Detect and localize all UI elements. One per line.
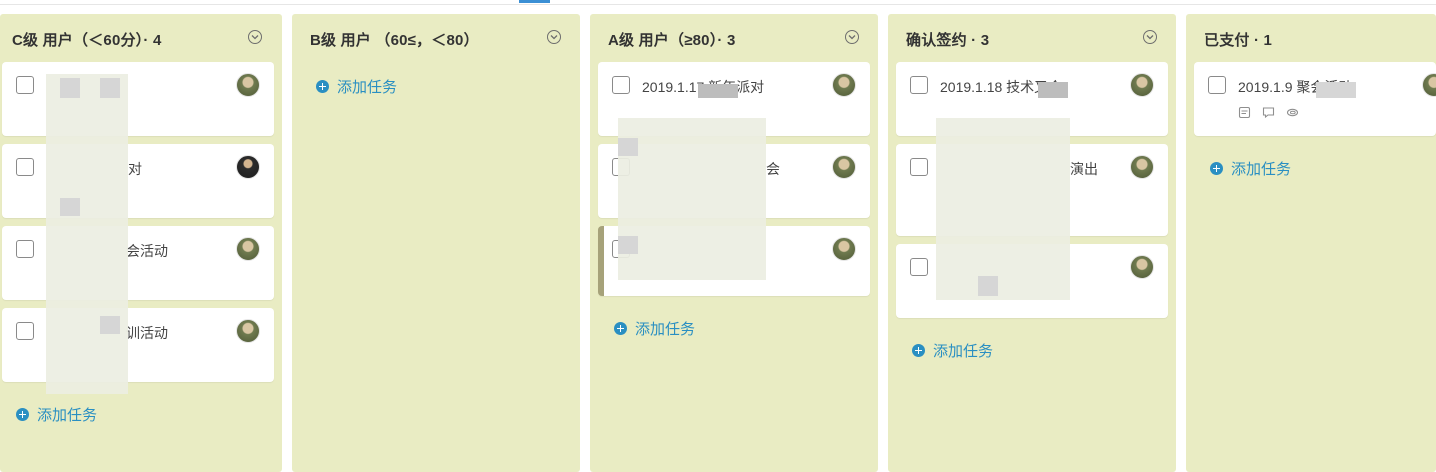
active-tab-indicator — [519, 0, 550, 3]
plus-circle-icon — [1210, 161, 1223, 175]
redacted-area — [978, 276, 998, 296]
task-card[interactable]: 训活动 — [2, 308, 274, 382]
add-task-button[interactable]: 添加任务 — [316, 76, 397, 96]
redacted-area — [618, 138, 638, 156]
avatar-icon[interactable] — [236, 155, 260, 179]
plus-circle-icon — [316, 79, 329, 93]
task-card[interactable]: 对 — [2, 144, 274, 218]
task-title: 训活动 — [126, 325, 168, 341]
add-task-label: 添加任务 — [1231, 160, 1292, 178]
avatar-icon[interactable] — [832, 237, 856, 261]
plus-circle-icon — [912, 343, 925, 357]
task-card[interactable] — [2, 62, 274, 136]
column-title: 确认签约 · 3 — [906, 32, 990, 49]
redacted-area — [60, 198, 80, 216]
add-task-label: 添加任务 — [37, 406, 98, 424]
avatar-icon[interactable] — [1130, 255, 1154, 279]
redacted-area — [100, 78, 120, 98]
kanban-board: C级 用户（＜60分）· 4 对 会活动 训活动 添加任务 B级 用户 （60≤… — [0, 14, 1436, 472]
task-checkbox[interactable] — [612, 76, 630, 94]
task-checkbox[interactable] — [16, 240, 34, 258]
avatar-icon[interactable] — [832, 155, 856, 179]
column-menu-chevron-icon[interactable] — [845, 30, 859, 44]
redacted-area — [1316, 82, 1356, 98]
task-checkbox[interactable] — [16, 322, 34, 340]
task-checkbox[interactable] — [910, 158, 928, 176]
top-tab-bar — [0, 0, 1436, 5]
column-menu-chevron-icon[interactable] — [547, 30, 561, 44]
avatar-icon[interactable] — [1422, 73, 1436, 97]
avatar-icon[interactable] — [1130, 73, 1154, 97]
avatar-icon[interactable] — [236, 237, 260, 261]
column-title: 已支付 · 1 — [1204, 32, 1273, 49]
task-checkbox[interactable] — [1208, 76, 1226, 94]
redacted-area — [618, 236, 638, 254]
column-b-level: B级 用户 （60≤，＜80） 添加任务 — [292, 14, 580, 472]
add-task-label: 添加任务 — [337, 78, 398, 96]
task-checkbox[interactable] — [910, 258, 928, 276]
task-title: 会活动 — [126, 243, 168, 259]
redacted-area — [100, 316, 120, 334]
add-task-button[interactable]: 添加任务 — [912, 340, 993, 360]
redacted-area — [936, 118, 1070, 300]
task-title: 会 — [766, 161, 780, 177]
redacted-area — [60, 78, 80, 98]
task-title: 对 — [128, 161, 142, 177]
column-title: B级 用户 （60≤，＜80） — [310, 32, 479, 49]
plus-circle-icon — [614, 321, 627, 335]
column-a-level: A级 用户（≥80）· 3 2019.1.17 新年派对 会 添加任务 — [590, 14, 878, 472]
column-menu-chevron-icon[interactable] — [248, 30, 262, 44]
column-c-level: C级 用户（＜60分）· 4 对 会活动 训活动 添加任务 — [0, 14, 282, 472]
task-checkbox[interactable] — [16, 158, 34, 176]
add-task-button[interactable]: 添加任务 — [614, 318, 695, 338]
column-signed: 确认签约 · 3 2019.1.18 技术叉会 演出 添加任务 — [888, 14, 1176, 472]
avatar-icon[interactable] — [832, 73, 856, 97]
column-menu-chevron-icon[interactable] — [1143, 30, 1157, 44]
plus-circle-icon — [16, 407, 29, 421]
redacted-area — [618, 118, 766, 280]
task-title: 演出 — [1070, 161, 1098, 177]
redacted-area — [46, 74, 128, 394]
redacted-area — [1038, 82, 1068, 98]
add-task-label: 添加任务 — [933, 342, 994, 360]
task-checkbox[interactable] — [16, 76, 34, 94]
avatar-icon[interactable] — [236, 73, 260, 97]
avatar-icon[interactable] — [236, 319, 260, 343]
comment-icon — [1262, 106, 1276, 120]
note-icon — [1238, 106, 1252, 120]
task-card[interactable]: 会活动 — [2, 226, 274, 300]
redacted-area — [698, 84, 738, 98]
task-meta-icons — [1238, 106, 1300, 120]
column-title: A级 用户（≥80）· 3 — [608, 32, 736, 49]
task-checkbox[interactable] — [910, 76, 928, 94]
column-paid: 已支付 · 1 2019.1.9 聚会活动 添加任务 — [1186, 14, 1436, 472]
add-task-button[interactable]: 添加任务 — [16, 404, 97, 424]
add-task-label: 添加任务 — [635, 320, 696, 338]
attachment-icon — [1286, 106, 1300, 120]
column-title: C级 用户（＜60分）· 4 — [12, 32, 162, 49]
task-card[interactable]: 2019.1.9 聚会活动 — [1194, 62, 1436, 136]
add-task-button[interactable]: 添加任务 — [1210, 158, 1291, 178]
avatar-icon[interactable] — [1130, 155, 1154, 179]
